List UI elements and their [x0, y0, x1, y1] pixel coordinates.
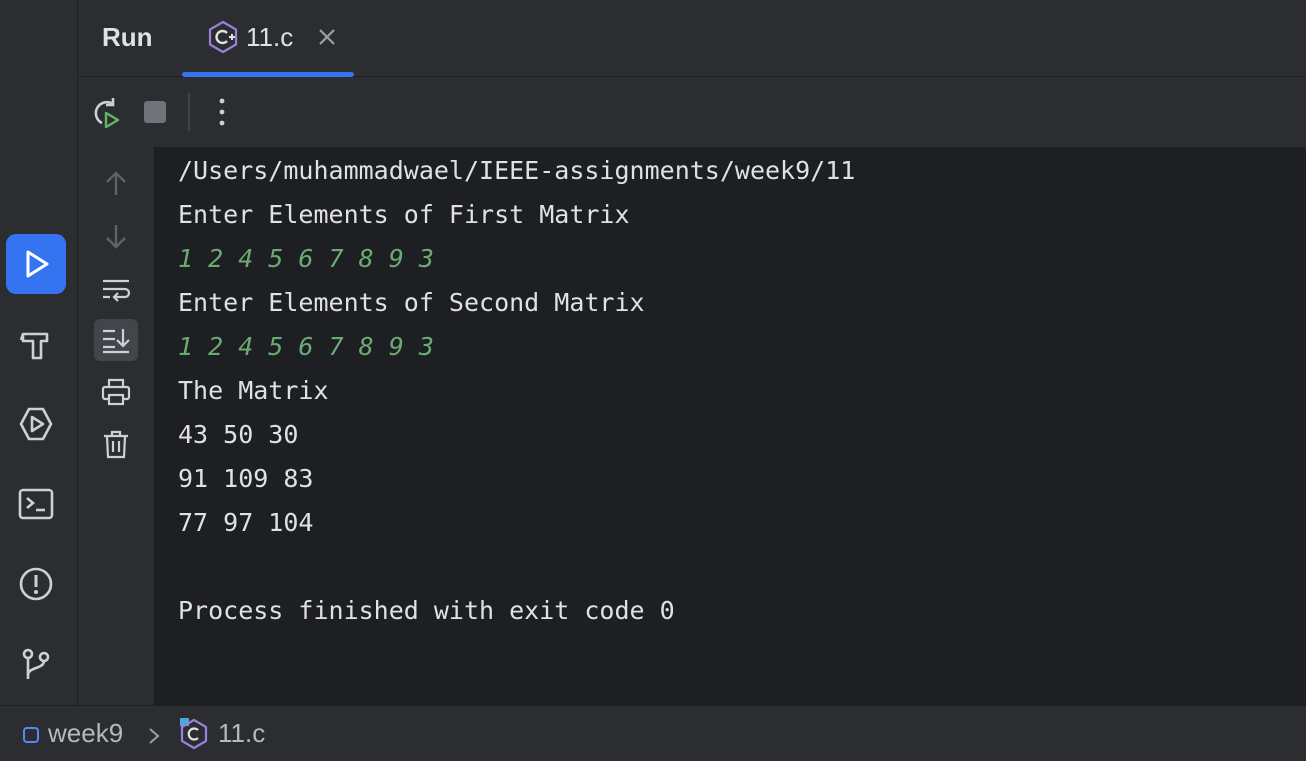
stop-button[interactable]: [138, 95, 172, 129]
chevron-right-icon: [149, 728, 160, 744]
console-line: /Users/muhammadwael/IEEE-assignments/wee…: [178, 156, 856, 185]
scroll-to-end-button[interactable]: [94, 319, 138, 361]
console-input-line: 1 2 4 5 6 7 8 9 3: [178, 244, 434, 273]
c-file-icon: [208, 20, 238, 54]
console-line: The Matrix: [178, 376, 329, 405]
folder-icon: [23, 727, 39, 743]
terminal-icon: [18, 488, 54, 520]
console-line: 77 97 104: [178, 508, 314, 537]
services-icon: [19, 407, 53, 441]
rerun-button[interactable]: [88, 95, 122, 129]
previous-occurrence-button[interactable]: [94, 163, 138, 205]
up-arrow-icon: [106, 171, 126, 195]
run-icon: [26, 250, 49, 278]
more-options-button[interactable]: [205, 95, 239, 129]
tool-window-title: Run: [102, 22, 153, 52]
soft-wrap-icon: [103, 279, 131, 302]
console-side-toolbar: [78, 147, 154, 705]
console-line: Enter Elements of Second Matrix: [178, 288, 645, 317]
soft-wrap-button[interactable]: [94, 269, 138, 311]
next-occurrence-button[interactable]: [94, 215, 138, 257]
services-tool-button[interactable]: [6, 394, 66, 454]
tab-11-c[interactable]: 11.c: [182, 0, 354, 77]
c-file-icon: [180, 718, 208, 750]
run-tool-button[interactable]: [6, 234, 66, 294]
print-icon: [101, 378, 131, 406]
console-input-line: 1 2 4 5 6 7 8 9 3: [178, 332, 434, 361]
rerun-icon: [94, 98, 120, 129]
clear-all-button[interactable]: [94, 423, 138, 465]
console-line: Process finished with exit code 0: [178, 596, 675, 625]
console-line: 91 109 83: [178, 464, 314, 493]
console-line: 43 50 30: [178, 420, 299, 449]
print-button[interactable]: [94, 371, 138, 413]
build-tool-button[interactable]: [6, 314, 66, 374]
more-icon: [219, 98, 225, 126]
breadcrumb-11-c[interactable]: 11.c: [218, 718, 265, 749]
problems-icon: [19, 567, 53, 601]
run-toolbar: [78, 77, 1306, 147]
status-bar-breadcrumb: week9 11.c: [0, 705, 1306, 761]
toolbar-separator: [188, 93, 190, 131]
close-icon[interactable]: [316, 24, 338, 50]
problems-tool-button[interactable]: [6, 554, 66, 614]
git-tool-button[interactable]: [6, 634, 66, 694]
tool-window-header: Run 11.c: [78, 0, 1306, 77]
scroll-to-end-icon: [103, 329, 130, 354]
terminal-tool-button[interactable]: [6, 474, 66, 534]
console-line: Enter Elements of First Matrix: [178, 200, 630, 229]
breadcrumb-week9[interactable]: week9: [48, 718, 123, 749]
tab-label: 11.c: [246, 22, 294, 52]
git-icon: [22, 648, 50, 679]
trash-icon: [104, 430, 128, 459]
down-arrow-icon: [106, 225, 126, 249]
console-output[interactable]: /Users/muhammadwael/IEEE-assignments/wee…: [154, 147, 1306, 705]
build-hammer-icon: [19, 332, 49, 360]
stop-icon: [144, 101, 166, 123]
activity-bar: [0, 0, 78, 705]
